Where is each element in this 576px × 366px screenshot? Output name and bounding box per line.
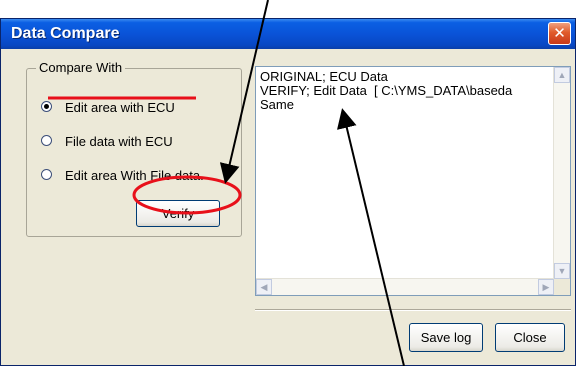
scroll-right-icon[interactable]: ▶ [538, 279, 554, 295]
compare-output-text: ORIGINAL; ECU Data VERIFY; Edit Data [ C… [260, 69, 513, 112]
data-compare-dialog: Data Compare ✕ Compare With Edit area wi… [0, 18, 576, 366]
window-title: Data Compare [11, 25, 120, 42]
radio-label: File data with ECU [65, 134, 173, 149]
scroll-down-icon[interactable]: ▼ [554, 263, 570, 279]
compare-with-group: Compare With Edit area with ECU File dat… [26, 60, 242, 237]
compare-with-label: Compare With [36, 60, 126, 75]
compare-output-textarea[interactable]: ORIGINAL; ECU Data VERIFY; Edit Data [ C… [255, 66, 571, 296]
close-icon[interactable]: ✕ [548, 22, 571, 45]
horizontal-scrollbar[interactable]: ◀ ▶ [256, 278, 554, 295]
radio-unselected-icon [41, 169, 52, 180]
divider [255, 309, 571, 311]
radio-label: Edit area with ECU [65, 100, 175, 115]
scroll-up-icon[interactable]: ▲ [554, 67, 570, 83]
title-bar[interactable]: Data Compare ✕ [1, 19, 575, 49]
close-button[interactable]: Close [495, 323, 565, 352]
save-log-button[interactable]: Save log [409, 323, 483, 352]
scroll-corner [554, 279, 570, 295]
vertical-scrollbar[interactable]: ▲ ▼ [553, 67, 570, 279]
radio-selected-icon [41, 101, 52, 112]
radio-unselected-icon [41, 135, 52, 146]
verify-button[interactable]: Verify [136, 200, 220, 227]
radio-label: Edit area With File data. [65, 168, 204, 183]
scroll-left-icon[interactable]: ◀ [256, 279, 272, 295]
